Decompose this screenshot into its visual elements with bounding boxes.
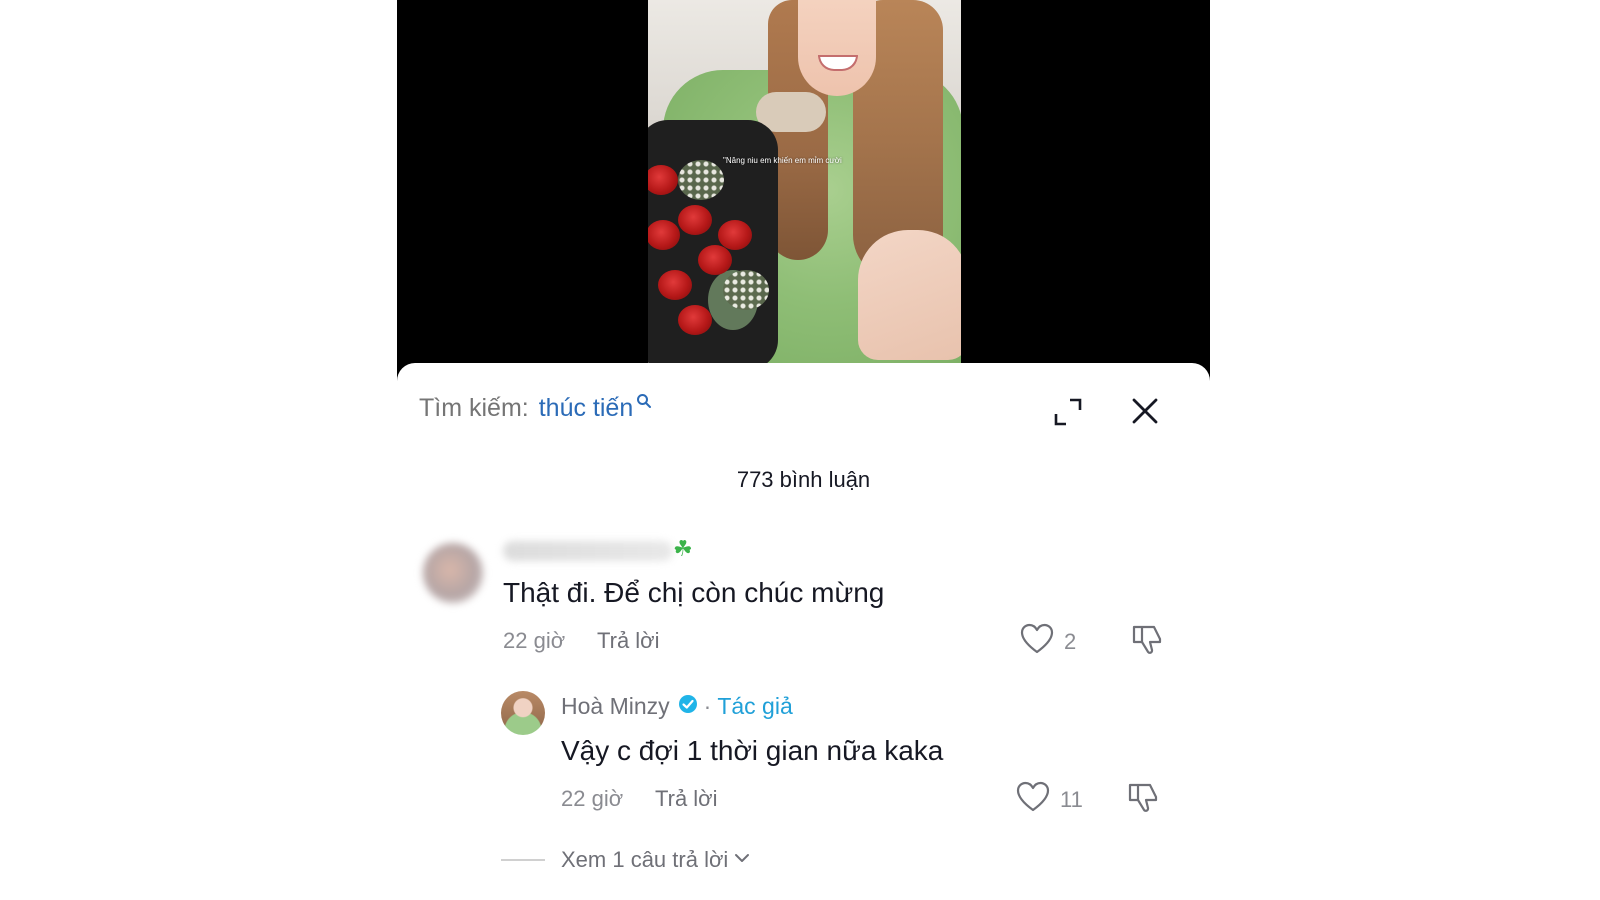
like-button[interactable]: 11 (1016, 781, 1083, 818)
like-count: 2 (1064, 628, 1077, 654)
reply-header: Hoà Minzy · Tác giả (561, 693, 793, 720)
commenter-name-blurred[interactable] (503, 541, 673, 561)
divider-line (501, 859, 545, 861)
bouquet-babys-breath (678, 160, 724, 200)
like-button[interactable]: 2 (1020, 623, 1076, 660)
video-hands (858, 230, 961, 360)
bouquet-rose (648, 165, 678, 195)
reply-button[interactable]: Trả lời (597, 628, 660, 654)
video-frame[interactable]: "Nâng niu em khiến em mỉm cười (648, 0, 961, 366)
comment-text: Thật đi. Để chị còn chúc mừng (503, 577, 885, 608)
bouquet-rose (698, 245, 732, 275)
view-replies-label: Xem 1 câu trả lời (561, 847, 729, 872)
bouquet-rose (658, 270, 692, 300)
thumbs-down-icon[interactable] (1126, 781, 1160, 820)
comments-sheet: Tìm kiếm: thúc tiến 773 bình luận ☘ Thật… (397, 363, 1210, 900)
separator-dot: · (703, 693, 712, 719)
bouquet-rose (678, 205, 712, 235)
search-term-link[interactable]: thúc tiến (539, 394, 634, 423)
author-name[interactable]: Hoà Minzy (561, 693, 670, 720)
verified-badge-icon (678, 693, 698, 720)
comments-screen: "Nâng niu em khiến em mỉm cười Tìm kiếm:… (397, 0, 1210, 900)
heart-icon (1016, 781, 1050, 818)
heart-icon (1020, 623, 1054, 660)
clover-icon: ☘ (673, 536, 693, 561)
reply-button[interactable]: Trả lời (655, 786, 718, 812)
search-suggestion[interactable]: Tìm kiếm: thúc tiến (419, 391, 652, 425)
author-badge: Tác giả (717, 693, 793, 719)
video-face (798, 0, 876, 96)
video-caption: "Nâng niu em khiến em mỉm cười (723, 156, 842, 165)
author-avatar[interactable] (501, 691, 545, 735)
bouquet-rose (718, 220, 752, 250)
bouquet-babys-breath (723, 270, 769, 310)
commenter-avatar[interactable] (423, 543, 483, 603)
close-icon[interactable] (1127, 393, 1163, 429)
search-icon[interactable] (636, 387, 652, 416)
thumbs-down-icon[interactable] (1130, 623, 1164, 662)
comment-time: 22 giờ (503, 628, 566, 653)
reply-time: 22 giờ (561, 786, 624, 811)
video-player[interactable]: "Nâng niu em khiến em mỉm cười (397, 0, 1210, 390)
expand-icon[interactable] (1053, 397, 1083, 427)
like-count: 11 (1060, 786, 1083, 812)
comment-count: 773 bình luận (736, 467, 871, 492)
chevron-down-icon (734, 851, 750, 869)
bouquet-rose (678, 305, 712, 335)
bouquet-rose (648, 220, 680, 250)
view-replies-button[interactable]: Xem 1 câu trả lời (501, 847, 750, 873)
search-prefix: Tìm kiếm: (419, 393, 529, 422)
reply-text: Vậy c đợi 1 thời gian nữa kaka (561, 735, 944, 766)
